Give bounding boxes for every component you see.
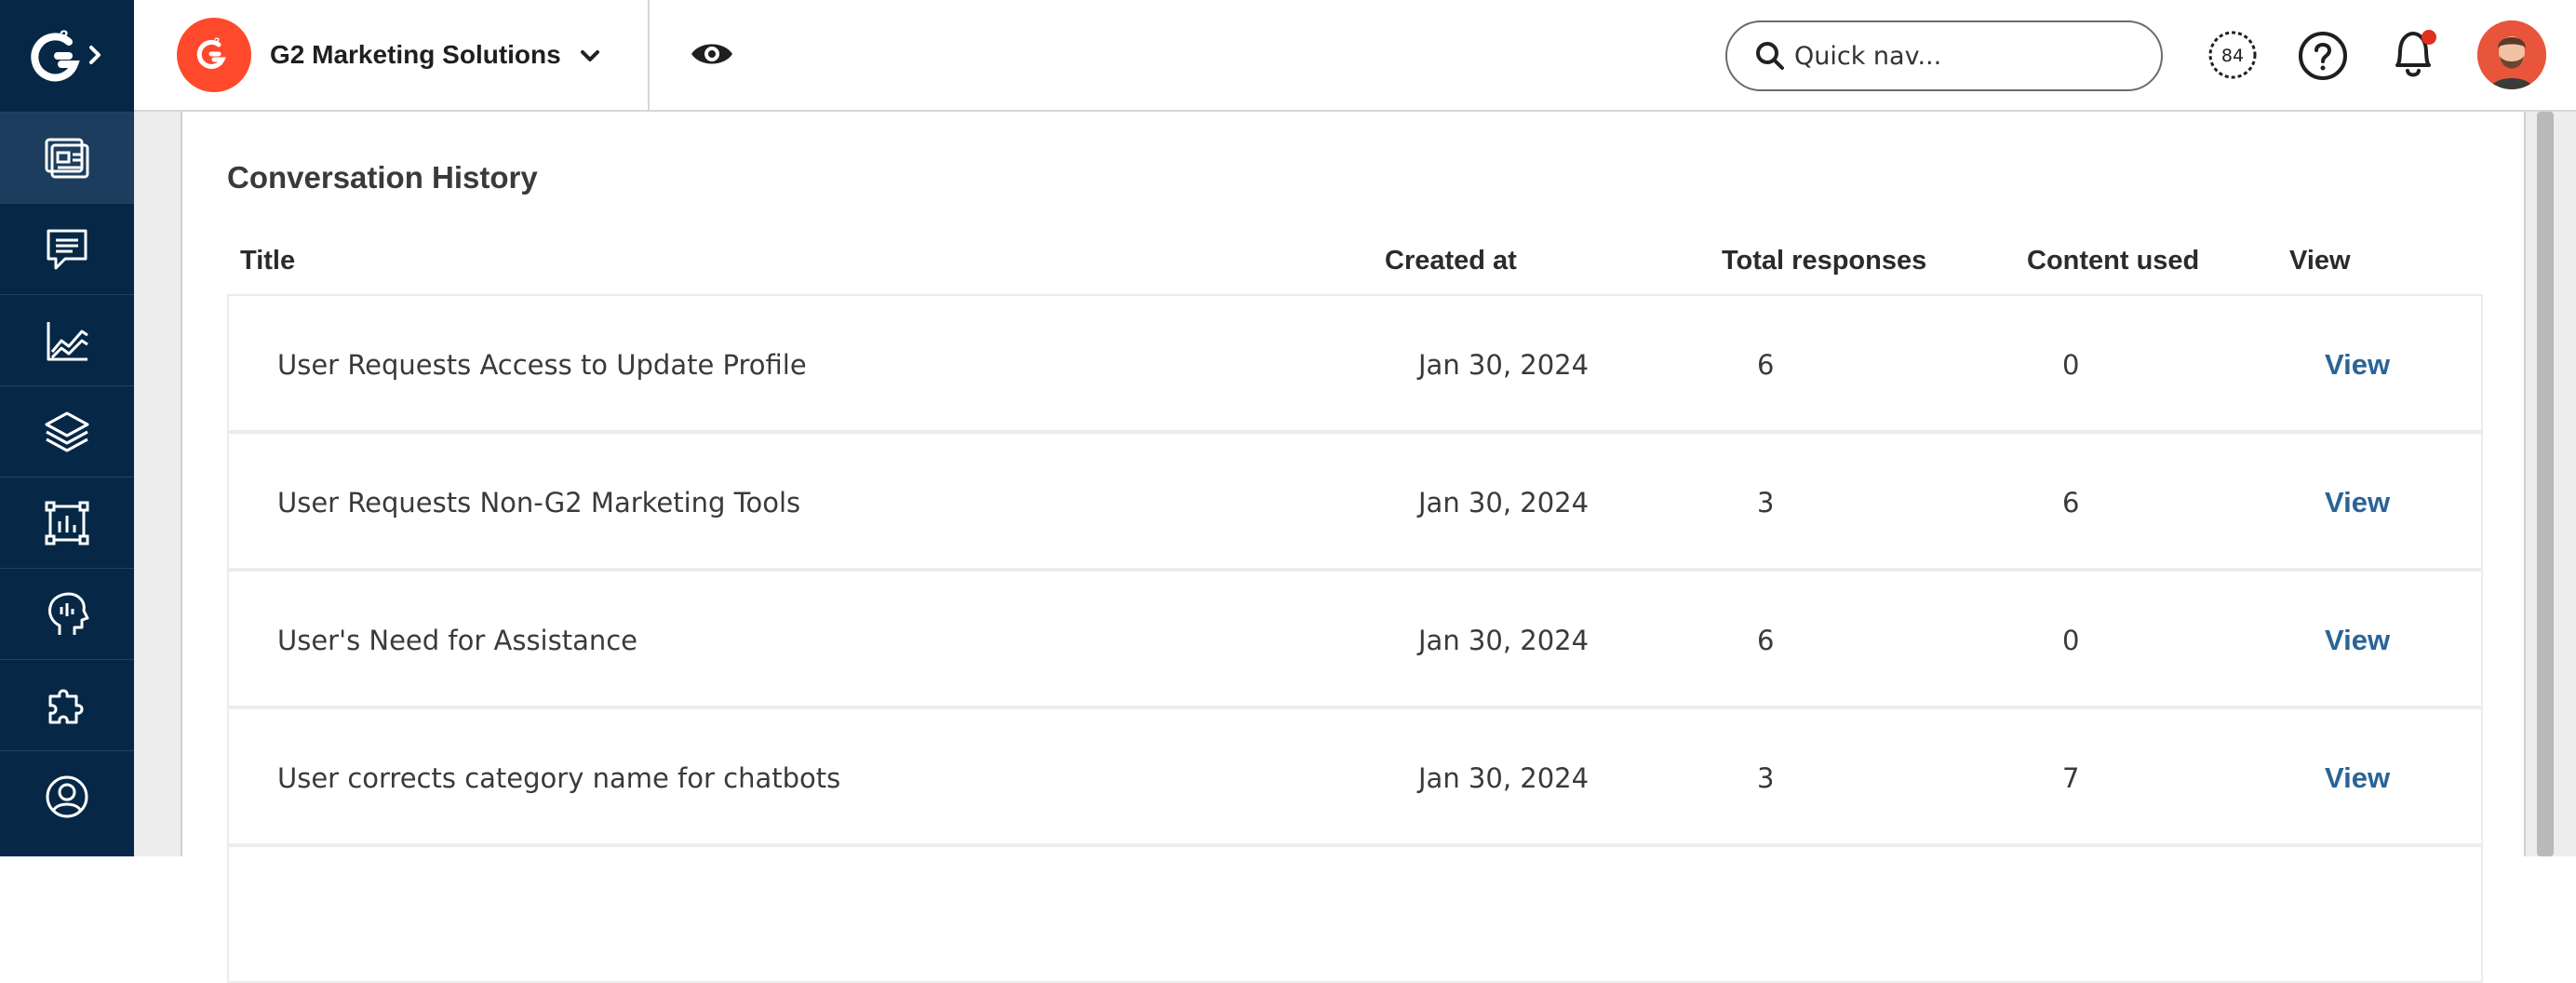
chevron-down-icon [581, 50, 599, 61]
puzzle-icon [48, 689, 84, 723]
row-content-used: 0 [2062, 625, 2080, 656]
row-created-at: Jan 30, 2024 [1418, 625, 1590, 656]
user-circle-icon [46, 775, 88, 817]
table-row [227, 845, 2483, 983]
row-content-used: 7 [2062, 762, 2080, 794]
row-created-at: Jan 30, 2024 [1418, 762, 1590, 794]
score-value: 84 [2221, 46, 2244, 66]
svg-text:2: 2 [214, 36, 220, 47]
sidebar-item-account[interactable] [0, 750, 134, 842]
view-link[interactable]: View [2325, 434, 2390, 572]
sidebar-item-chat[interactable] [0, 203, 134, 294]
org-switcher[interactable]: 2 G2 Marketing Solutions [134, 0, 650, 110]
row-title: User corrects category name for chatbots [277, 762, 841, 794]
row-created-at: Jan 30, 2024 [1418, 349, 1590, 381]
layers-icon [45, 411, 89, 451]
sidebar-item-integrations[interactable] [0, 659, 134, 750]
row-title: User's Need for Assistance [277, 625, 638, 656]
org-name: G2 Marketing Solutions [270, 40, 561, 69]
table-row: User Requests Non-G2 Marketing Tools Jan… [227, 432, 2483, 570]
sidebar: 2 [0, 0, 134, 856]
column-header-content-used: Content used [2027, 246, 2200, 276]
dashboard-icon [45, 138, 89, 178]
head-insights-icon [48, 592, 89, 635]
row-title: User Requests Non-G2 Marketing Tools [277, 487, 801, 518]
g2-brand-icon: 2 [177, 18, 251, 92]
view-link[interactable]: View [2325, 296, 2390, 434]
notification-dot [2422, 30, 2436, 45]
search-icon [1756, 42, 1784, 70]
report-frame-icon [45, 501, 89, 545]
table-row: User corrects category name for chatbots… [227, 707, 2483, 845]
chat-icon [47, 229, 87, 269]
g2-logo-icon: 2 [31, 27, 101, 82]
score-badge[interactable]: 84 [2207, 30, 2258, 80]
section-title: Conversation History [227, 160, 538, 195]
avatar[interactable] [2477, 20, 2546, 89]
chart-line-icon [47, 321, 88, 360]
table-row: User's Need for Assistance Jan 30, 2024 … [227, 570, 2483, 707]
page-scrollbar[interactable] [2537, 112, 2554, 856]
row-total-responses: 6 [1757, 349, 1775, 381]
view-link[interactable]: View [2325, 709, 2390, 847]
svg-text:2: 2 [60, 27, 68, 45]
table-row: User Requests Access to Update Profile J… [227, 294, 2483, 432]
sidebar-item-dashboard[interactable] [0, 112, 134, 203]
quick-nav-search[interactable] [1725, 20, 2163, 91]
notifications-bell-icon[interactable] [2384, 24, 2442, 84]
g2-logo-toggle[interactable]: 2 [0, 0, 134, 112]
sidebar-item-reports[interactable] [0, 477, 134, 568]
top-bar: 2 G2 Marketing Solutions 84 [134, 0, 2576, 112]
row-title: User Requests Access to Update Profile [277, 349, 807, 381]
row-total-responses: 6 [1757, 625, 1775, 656]
view-link[interactable]: View [2325, 572, 2390, 709]
row-created-at: Jan 30, 2024 [1418, 487, 1590, 518]
row-content-used: 6 [2062, 487, 2080, 518]
search-input[interactable] [1794, 41, 2129, 71]
row-content-used: 0 [2062, 349, 2080, 381]
row-total-responses: 3 [1757, 487, 1775, 518]
sidebar-item-analytics[interactable] [0, 294, 134, 385]
sidebar-item-insights[interactable] [0, 568, 134, 659]
row-total-responses: 3 [1757, 762, 1775, 794]
column-header-title: Title [240, 246, 296, 276]
eye-icon[interactable] [689, 35, 735, 73]
column-header-total-responses: Total responses [1722, 246, 1927, 276]
column-header-created-at: Created at [1385, 246, 1517, 276]
column-header-view: View [2289, 246, 2351, 276]
help-icon[interactable] [2297, 30, 2349, 82]
sidebar-item-layers[interactable] [0, 385, 134, 477]
